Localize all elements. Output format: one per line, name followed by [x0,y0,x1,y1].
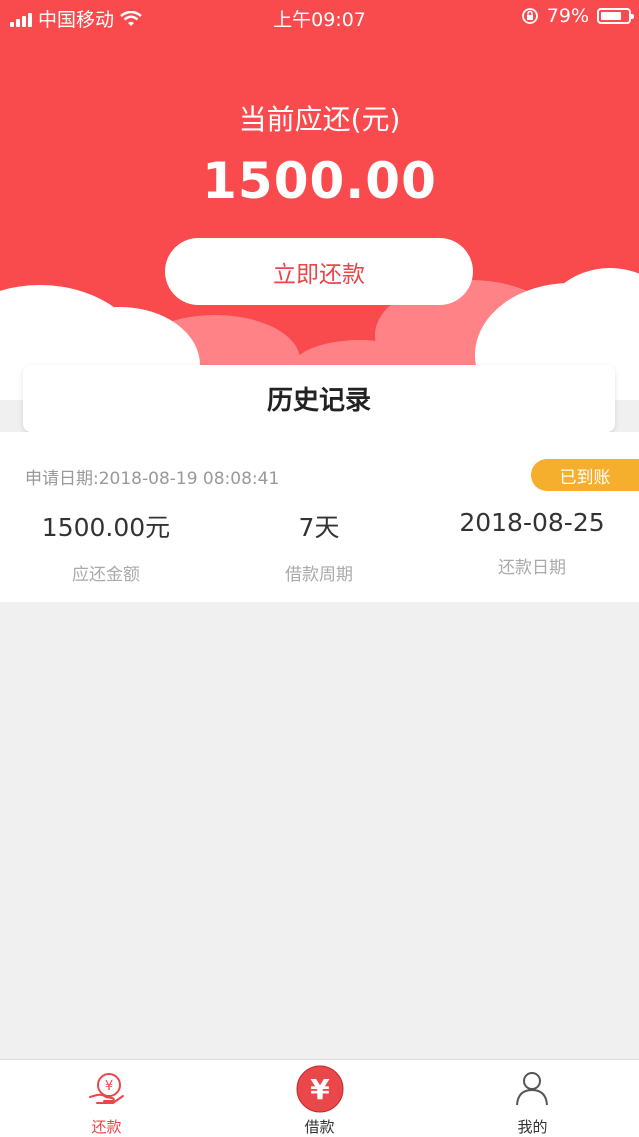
svg-text:¥: ¥ [105,1079,113,1094]
rotation-lock-icon [521,8,538,24]
bottom-tab-bar: ¥ 还款 ¥ 借款 我的 [0,1059,639,1137]
tab-repay[interactable]: ¥ 还款 [0,1060,213,1137]
yuan-coin-icon: ¥ [296,1065,344,1113]
status-badge: 已到账 [531,459,639,491]
current-due-title: 当前应还(元) [238,103,401,136]
repay-now-button[interactable]: 立即还款 [165,238,473,305]
hero-banner: 中国移动 上午09:07 79% 当前应还(元) 1500.00 立即还款 [0,0,639,400]
tab-loan-label: 借款 [304,1118,335,1136]
current-due-amount: 1500.00 [202,152,437,210]
tab-loan[interactable]: ¥ 借款 [213,1060,426,1137]
user-icon [516,1072,548,1106]
tab-repay-label: 还款 [91,1118,122,1136]
history-record-item[interactable]: 申请日期:2018-08-19 08:08:41 已到账 1500.00元 应还… [0,432,639,602]
due-amount-label: 应还金额 [72,565,140,585]
period-column: 7天 借款周期 [230,508,408,585]
due-amount-value: 1500.00元 [41,513,171,542]
hand-coin-icon: ¥ [89,1073,124,1104]
amount-column: 1500.00元 应还金额 [18,508,194,585]
status-right: 79% [521,5,634,27]
status-bar: 中国移动 上午09:07 79% [0,0,639,34]
svg-text:¥: ¥ [310,1073,330,1106]
loan-period-label: 借款周期 [285,565,353,585]
tab-mine-label: 我的 [517,1118,548,1136]
loan-period-value: 7天 [298,513,340,542]
history-header: 历史记录 [23,365,615,432]
due-date-column: 2018-08-25 还款日期 [440,508,624,578]
due-date-label: 还款日期 [498,558,566,578]
due-date-value: 2018-08-25 [459,508,605,537]
apply-date: 申请日期:2018-08-19 08:08:41 [25,469,280,489]
battery-icon [597,8,634,24]
tab-mine[interactable]: 我的 [426,1060,639,1137]
battery-percent: 79% [546,5,589,27]
